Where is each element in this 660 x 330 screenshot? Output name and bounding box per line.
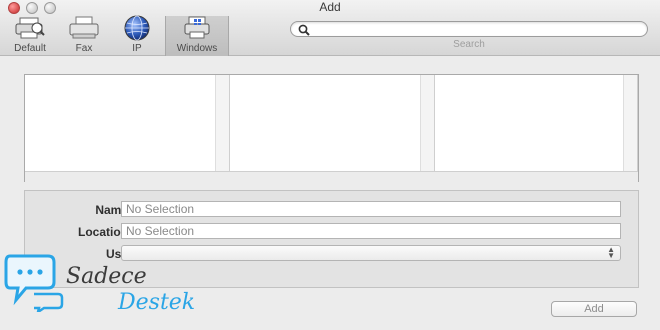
add-button[interactable]: Add	[551, 301, 637, 317]
fax-icon	[67, 16, 101, 40]
search-caption: Search	[453, 39, 485, 50]
tool-ip[interactable]: IP	[108, 15, 166, 56]
browser-column-2[interactable]	[230, 75, 435, 171]
watermark-line-1: Sadece	[66, 264, 147, 289]
tool-fax[interactable]: Fax	[55, 16, 113, 56]
search-field[interactable]	[290, 21, 648, 37]
toolbar: Add Default Fax IP Windows Search	[0, 0, 660, 56]
name-field[interactable]: No Selection	[121, 201, 621, 217]
name-row: Name: No Selection	[25, 201, 640, 219]
tool-default-label: Default	[14, 43, 46, 54]
chat-bubble-icon	[4, 254, 64, 312]
horizontal-scrollbar[interactable]	[25, 171, 638, 182]
column-3-scrollbar[interactable]	[623, 75, 637, 171]
tool-ip-label: IP	[132, 43, 142, 54]
watermark-logo: Sadece Destek	[4, 250, 234, 330]
popup-arrows-icon: ▲ ▼	[607, 245, 615, 260]
window-title: Add	[319, 0, 341, 14]
tool-default[interactable]: Default	[1, 16, 59, 56]
location-field[interactable]: No Selection	[121, 223, 621, 239]
add-printer-window: Add Default Fax IP Windows Search Name: …	[0, 0, 660, 330]
printer-browser[interactable]	[24, 74, 639, 182]
globe-icon	[120, 15, 154, 41]
windows-printer-icon	[180, 16, 214, 40]
browser-column-1[interactable]	[25, 75, 230, 171]
browser-column-3[interactable]	[435, 75, 638, 171]
default-printer-icon	[13, 16, 47, 40]
column-1-scrollbar[interactable]	[215, 75, 229, 171]
watermark-line-2: Destek	[118, 290, 196, 315]
location-row: Location: No Selection	[25, 223, 640, 241]
tool-fax-label: Fax	[75, 43, 93, 54]
tool-windows[interactable]: Windows	[165, 16, 229, 56]
search-icon	[298, 23, 310, 36]
column-2-scrollbar[interactable]	[420, 75, 434, 171]
tool-windows-label: Windows	[176, 43, 218, 54]
